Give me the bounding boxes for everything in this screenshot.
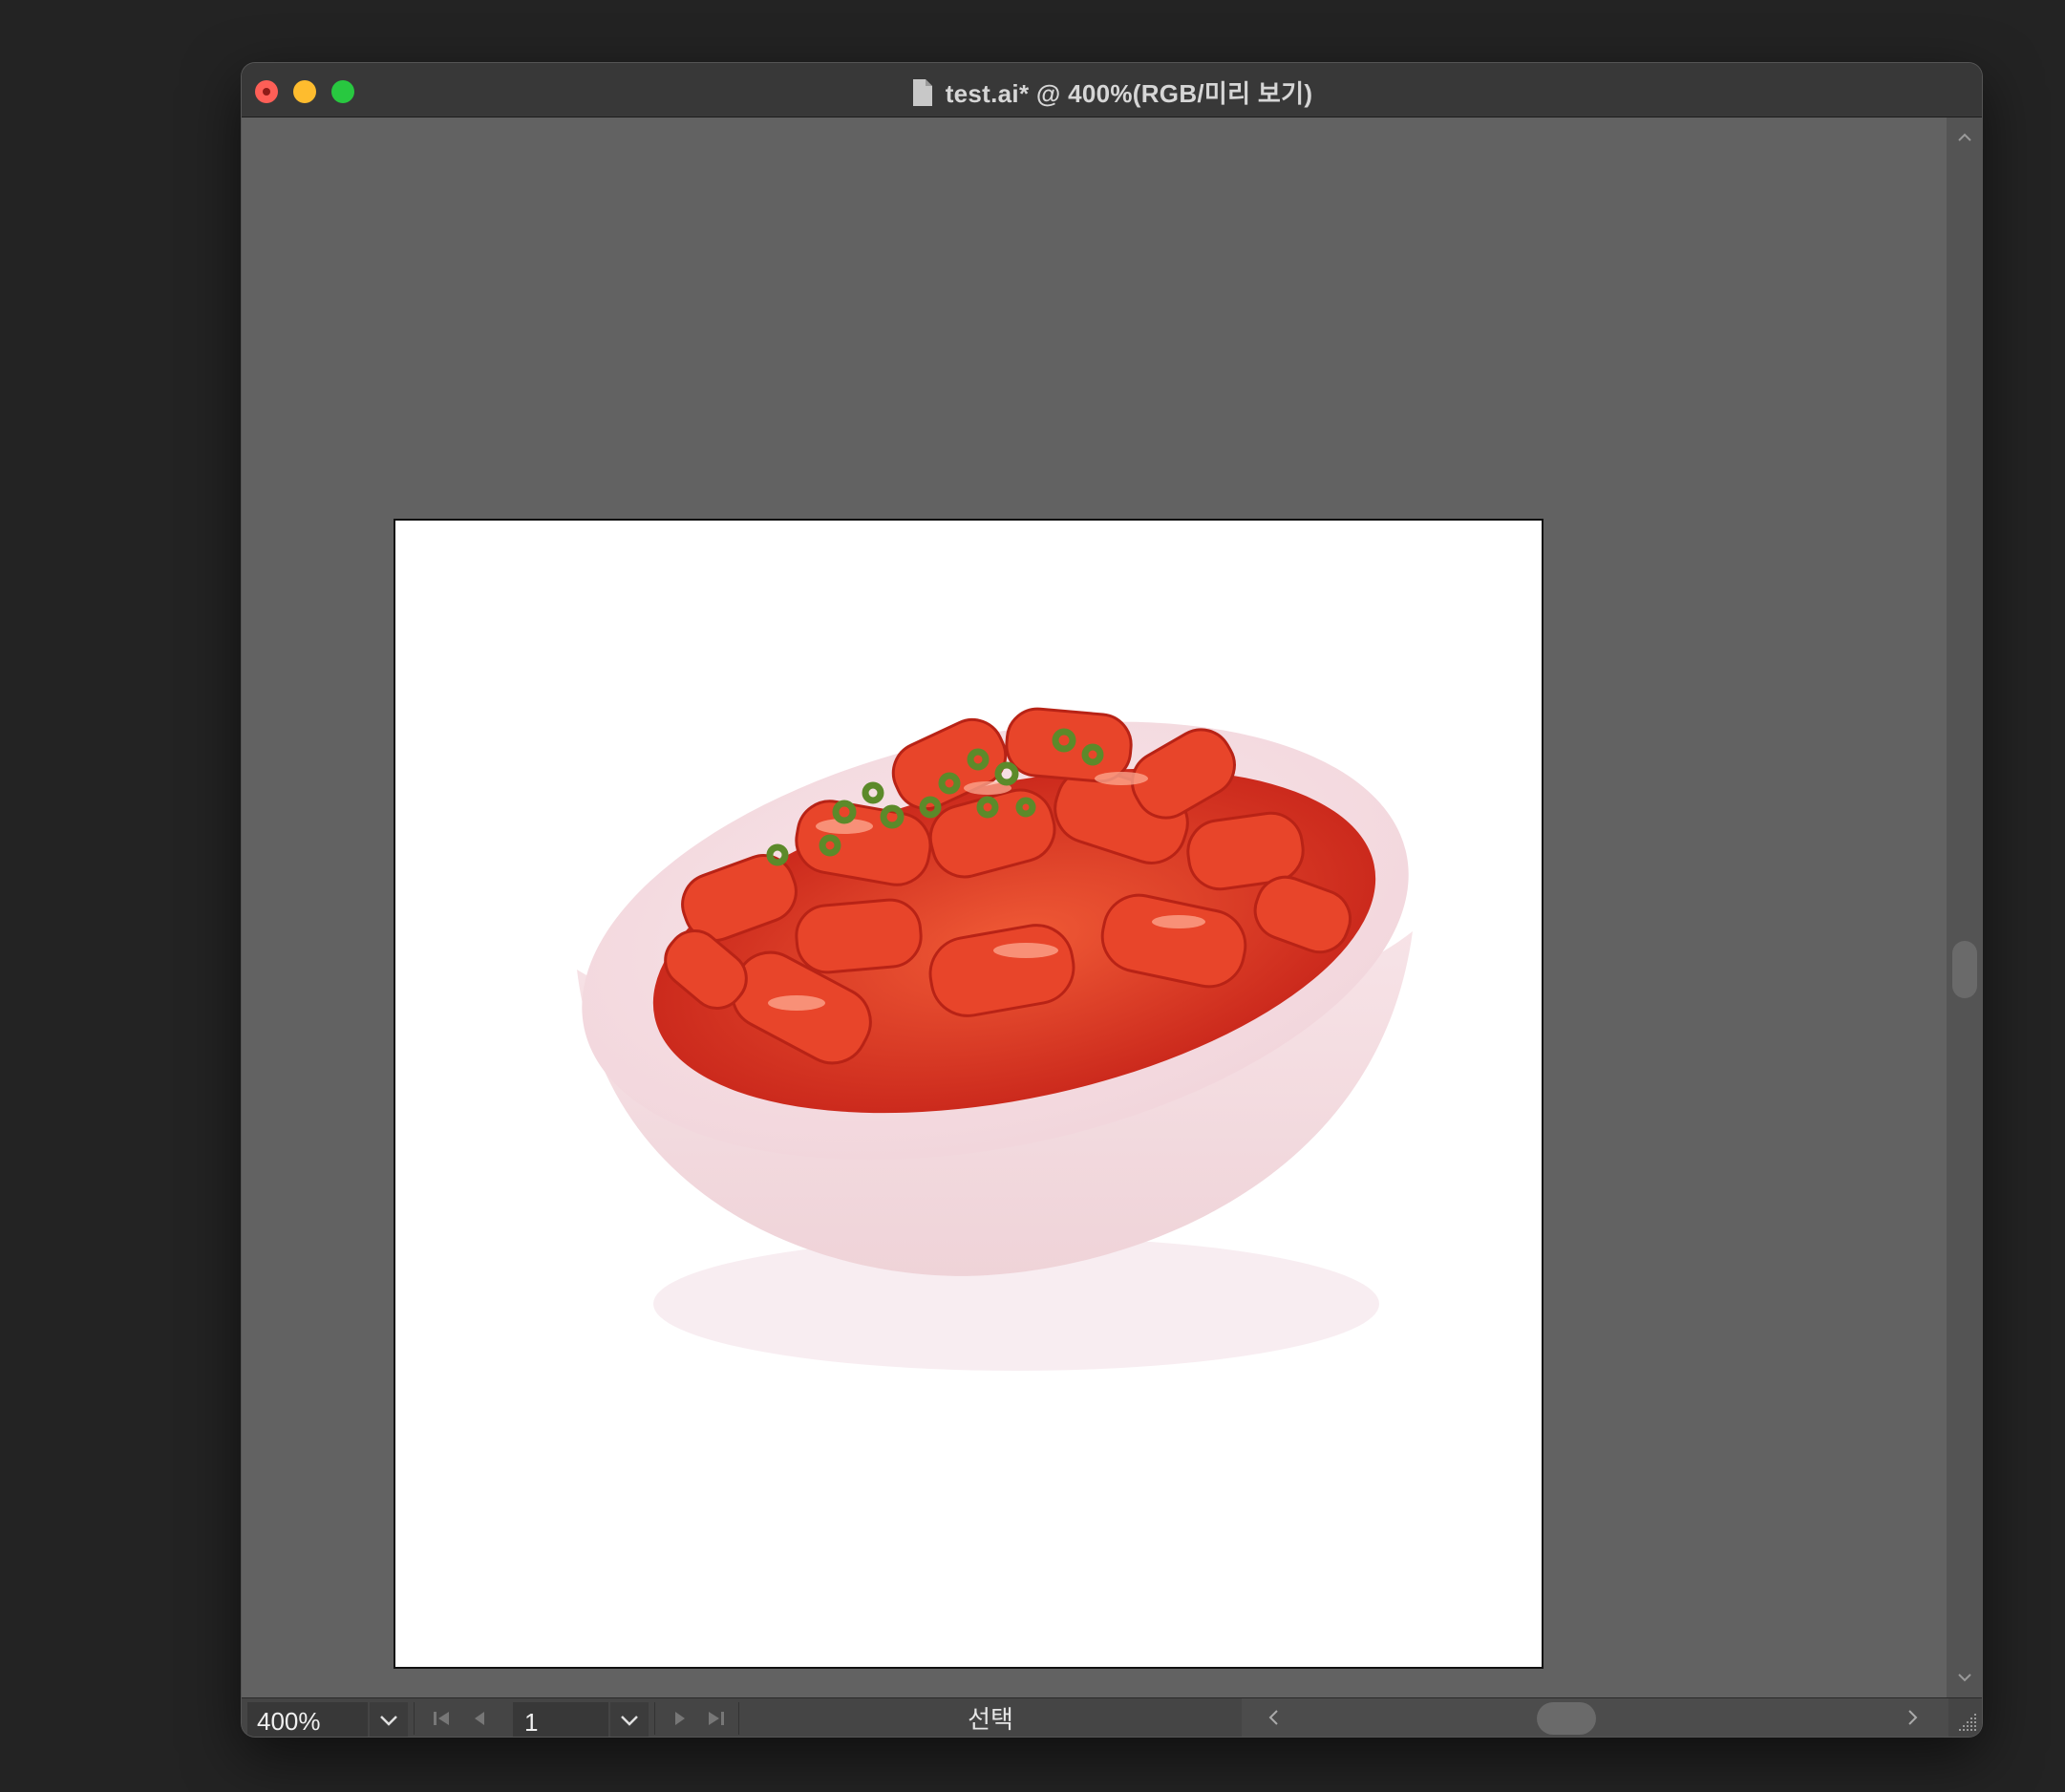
window-title: test.ai* @ 400%(RGB/미리 보기) [945,79,1313,108]
next-page-icon[interactable] [668,1706,692,1731]
last-page-icon[interactable] [704,1706,729,1731]
divider [414,1702,415,1735]
chevron-down-icon[interactable] [1956,1669,1973,1686]
chevron-down-icon [621,1716,638,1726]
chevron-down-icon [380,1716,397,1726]
page-number-field[interactable]: 1 [513,1702,608,1737]
status-bar: 400% 1 선택 [242,1697,1982,1737]
zoom-dropdown-button[interactable] [370,1702,408,1737]
divider [738,1702,739,1735]
canvas-area[interactable] [242,117,1947,1697]
chevron-up-icon[interactable] [1956,129,1973,146]
chevron-right-icon[interactable] [1903,1708,1922,1727]
status-label: 선택 [968,1705,1013,1734]
title-bar[interactable]: test.ai* @ 400%(RGB/미리 보기) [242,63,1982,117]
horizontal-scrollbar[interactable] [1242,1698,1948,1737]
previous-page-icon[interactable] [467,1706,492,1731]
chevron-left-icon[interactable] [1265,1708,1284,1727]
tteokbokki-image[interactable] [395,521,1542,1667]
resize-grip-icon[interactable] [1951,1706,1980,1735]
artboard[interactable] [394,519,1543,1669]
divider [654,1702,655,1735]
first-page-icon[interactable] [429,1706,454,1731]
zoom-level-field[interactable]: 400% [247,1702,368,1737]
window-title-container: test.ai* @ 400%(RGB/미리 보기) [242,75,1982,110]
illustrator-document-window: test.ai* @ 400%(RGB/미리 보기) 400% 1 선택 [242,63,1982,1737]
vertical-scroll-thumb[interactable] [1952,941,1977,998]
horizontal-scroll-thumb[interactable] [1537,1702,1596,1735]
page-dropdown-button[interactable] [610,1702,649,1737]
vertical-scrollbar[interactable] [1947,117,1982,1697]
document-icon [912,79,932,106]
